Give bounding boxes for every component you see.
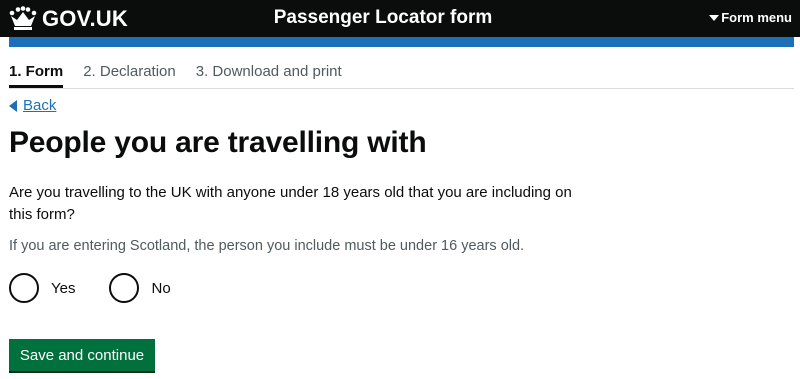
radio-yes-label[interactable]: Yes: [51, 280, 75, 297]
header-blue-bar: [9, 37, 794, 47]
radio-no[interactable]: No: [109, 273, 171, 303]
form-menu-label: Form menu: [721, 10, 792, 25]
govuk-header: GOV.UK Passenger Locator form Form menu: [0, 0, 800, 37]
radio-no-circle[interactable]: [109, 273, 140, 303]
chevron-down-icon: [709, 14, 720, 21]
service-name[interactable]: Passenger Locator form: [0, 7, 800, 29]
step-download-print[interactable]: 3. Download and print: [196, 63, 342, 87]
radio-no-label[interactable]: No: [151, 280, 170, 297]
step-navigation: 1. Form 2. Declaration 3. Download and p…: [9, 63, 362, 89]
back-arrow-icon: [9, 99, 17, 112]
step-declaration[interactable]: 2. Declaration: [83, 63, 176, 87]
form-menu-button[interactable]: Form menu: [709, 10, 792, 25]
save-and-continue-button[interactable]: Save and continue: [9, 339, 155, 371]
hint-text: If you are entering Scotland, the person…: [9, 238, 525, 254]
radio-yes[interactable]: Yes: [9, 273, 75, 303]
back-link[interactable]: Back: [9, 97, 56, 114]
radio-group: Yes No: [9, 273, 205, 303]
service-name-text[interactable]: Passenger Locator form: [274, 7, 493, 29]
radio-yes-circle[interactable]: [9, 273, 39, 303]
step-divider: [9, 88, 794, 89]
back-link-label: Back: [23, 97, 57, 114]
step-form[interactable]: 1. Form: [9, 63, 64, 89]
page-title: People you are travelling with: [9, 126, 427, 159]
question-text: Are you travelling to the UK with anyone…: [9, 184, 572, 223]
